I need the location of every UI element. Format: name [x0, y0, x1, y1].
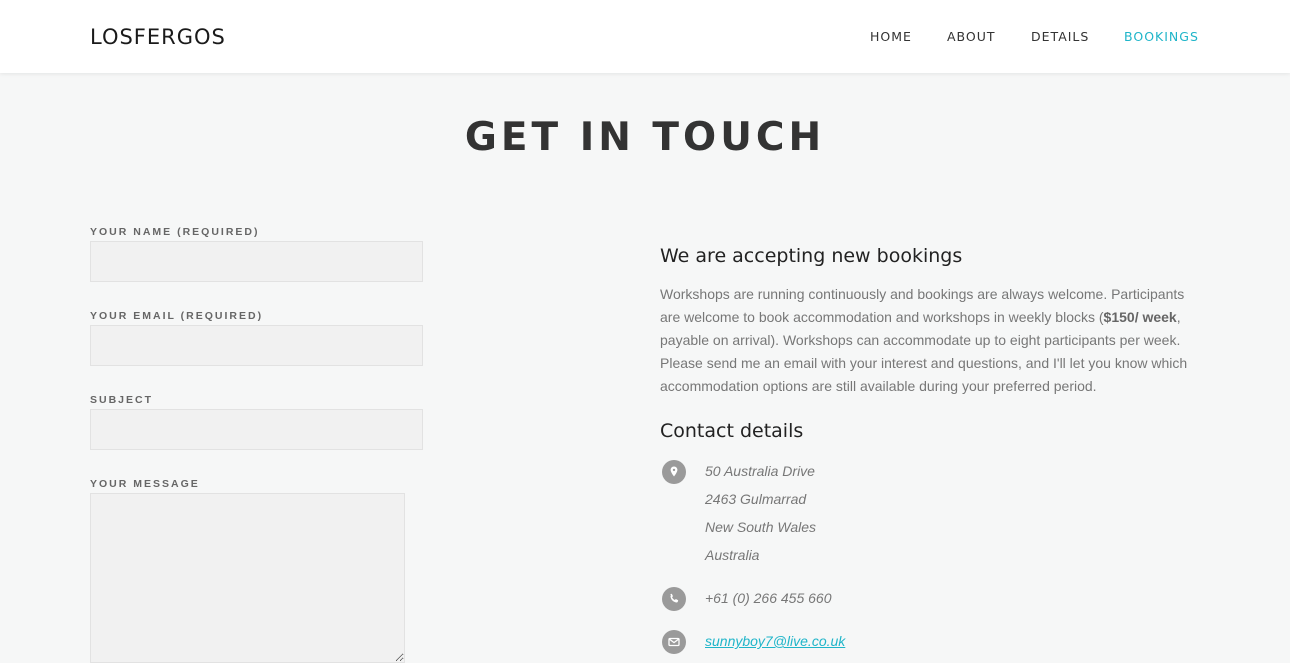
nav-about[interactable]: ABOUT [947, 29, 996, 44]
name-label: YOUR NAME (REQUIRED) [90, 226, 260, 238]
email-link[interactable]: sunnyboy7@live.co.uk [705, 633, 845, 649]
address-line-3: New South Wales [705, 519, 817, 535]
phone-number: +61 (0) 266 455 660 [705, 590, 832, 606]
nav-home[interactable]: HOME [870, 29, 912, 44]
page-title: GET IN TOUCH [464, 115, 826, 160]
price-highlight: $150/ week [1103, 309, 1177, 325]
nav-details[interactable]: DETAILS [1031, 29, 1089, 44]
address-line-2: 2463 Gulmarrad [705, 491, 807, 507]
bookings-paragraph: Workshops are running continuously and b… [660, 283, 1200, 398]
subject-input[interactable] [90, 409, 423, 450]
email-input[interactable] [90, 325, 423, 366]
main-nav: HOME ABOUT DETAILS BOOKINGS [0, 29, 1290, 45]
bookings-heading: We are accepting new bookings [660, 245, 963, 267]
contact-details-heading: Contact details [660, 420, 804, 442]
address-line-4: Australia [705, 547, 760, 563]
site-header: LOSFERGOS HOME ABOUT DETAILS BOOKINGS [0, 0, 1290, 73]
email-label: YOUR EMAIL (REQUIRED) [90, 310, 264, 322]
message-label: YOUR MESSAGE [90, 478, 200, 490]
subject-label: SUBJECT [90, 394, 154, 406]
nav-bookings[interactable]: BOOKINGS [1124, 29, 1199, 44]
message-textarea[interactable] [90, 493, 405, 663]
envelope-icon [662, 630, 686, 654]
name-input[interactable] [90, 241, 423, 282]
phone-icon [662, 587, 686, 611]
map-pin-icon [662, 460, 686, 484]
address-line-1: 50 Australia Drive [705, 463, 815, 479]
